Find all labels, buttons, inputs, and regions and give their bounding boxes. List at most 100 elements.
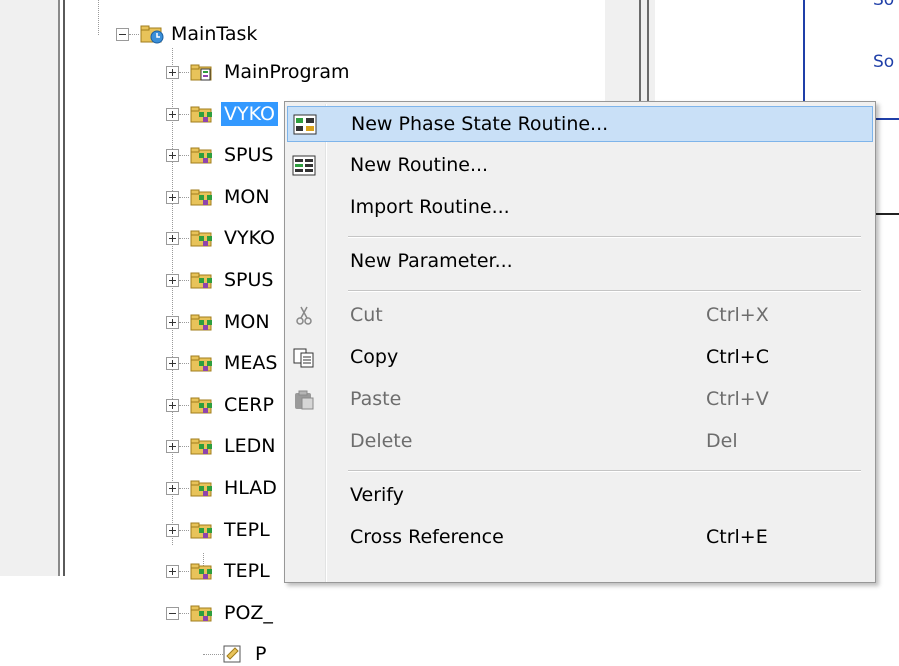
tree-item-label[interactable]: LEDN (224, 434, 275, 458)
expand-toggle[interactable] (166, 482, 179, 495)
tree-line (179, 280, 189, 281)
tree-line (129, 34, 139, 35)
copy-icon (293, 348, 314, 368)
tree-item-label[interactable]: MEAS (224, 351, 277, 375)
collapse-toggle[interactable] (116, 28, 129, 41)
tree-line (179, 446, 189, 447)
menu-item-shortcut: Ctrl+X (706, 304, 769, 326)
menu-item-new-routine[interactable]: New Routine... (287, 148, 873, 184)
menu-item-shortcut: Ctrl+C (706, 346, 769, 368)
menu-item-label: Delete (350, 430, 413, 452)
phase-icon (190, 480, 212, 497)
paste-icon (295, 390, 314, 410)
tree-item-label[interactable]: CERP (224, 393, 274, 417)
expand-toggle[interactable] (166, 232, 179, 245)
phase-icon (190, 314, 212, 331)
tree-item-label[interactable]: MON (224, 185, 270, 209)
menu-item-paste[interactable]: Paste Ctrl+V (287, 382, 873, 418)
expand-toggle[interactable] (166, 357, 179, 370)
expand-toggle[interactable] (166, 149, 179, 162)
menu-item-label: Verify (350, 484, 404, 506)
tree-line (179, 571, 189, 572)
left-border-line (58, 0, 60, 576)
menu-item-shortcut: Del (706, 430, 738, 452)
phase-icon (190, 438, 212, 455)
tree-line (179, 530, 189, 531)
menu-item-copy[interactable]: Copy Ctrl+C (287, 340, 873, 376)
menu-item-new-phase-state-routine[interactable]: New Phase State Routine... (287, 106, 873, 142)
menu-item-label: Cross Reference (350, 526, 504, 548)
scissors-icon (296, 306, 312, 325)
main-program-icon (190, 64, 212, 81)
tree-line (98, 0, 99, 35)
phase-icon (190, 605, 212, 622)
menu-item-delete[interactable]: Delete Del (287, 424, 873, 460)
menu-item-new-parameter[interactable]: New Parameter... (287, 244, 873, 280)
expand-toggle[interactable] (166, 524, 179, 537)
tree-item-label[interactable]: SPUS (224, 143, 274, 167)
tree-item-label[interactable]: VYKO (224, 226, 275, 250)
menu-item-label: Import Routine... (350, 196, 510, 218)
menu-item-label: New Phase State Routine... (351, 113, 609, 135)
expand-toggle[interactable] (166, 399, 179, 412)
routine-icon (223, 645, 241, 663)
menu-item-label: New Routine... (350, 154, 489, 176)
tree-line (179, 322, 189, 323)
phase-icon (190, 189, 212, 206)
tree-item-label[interactable]: TEPL (224, 518, 270, 542)
right-pane-text: So (873, 0, 895, 10)
tree-line (179, 197, 189, 198)
menu-item-label: Cut (350, 304, 383, 326)
context-menu: New Phase State Routine... New Routine...… (284, 101, 876, 583)
phase-icon (190, 522, 212, 539)
tree-line (179, 72, 189, 73)
tree-line (179, 363, 189, 364)
tree-line (179, 155, 189, 156)
phase-icon (190, 563, 212, 580)
phase-icon (190, 230, 212, 247)
tree-item-label[interactable]: HLAD (224, 476, 277, 500)
tree-item-label[interactable]: MainProgram (224, 60, 350, 84)
menu-item-label: New Parameter... (350, 250, 513, 272)
expand-toggle[interactable] (166, 316, 179, 329)
tree-item-label[interactable]: POZ_ (224, 601, 273, 625)
menu-item-cut[interactable]: Cut Ctrl+X (287, 298, 873, 334)
menu-item-cross-reference[interactable]: Cross Reference Ctrl+E (287, 520, 873, 556)
menu-separator (348, 470, 861, 472)
menu-item-verify[interactable]: Verify (287, 478, 873, 514)
tree-item-label[interactable]: MON (224, 310, 270, 334)
tree-line (179, 405, 189, 406)
menu-separator (348, 290, 861, 292)
tree-item-label[interactable]: VYKO (221, 102, 278, 126)
phase-state-routine-icon (293, 114, 317, 135)
tree-line (179, 238, 189, 239)
expand-toggle[interactable] (166, 440, 179, 453)
tree-item-maintask[interactable]: MainTask (171, 22, 257, 46)
tree-line (179, 114, 189, 115)
tree-line (172, 48, 173, 545)
tree-item-label[interactable]: TEPL (224, 559, 270, 583)
tree-item-label[interactable]: SPUS (224, 268, 274, 292)
right-pane-text: So (873, 52, 895, 72)
new-routine-icon (292, 155, 316, 176)
expand-toggle[interactable] (166, 274, 179, 287)
phase-icon (190, 397, 212, 414)
phase-icon (190, 147, 212, 164)
collapse-toggle[interactable] (166, 607, 179, 620)
phase-icon (190, 355, 212, 372)
menu-item-label: Copy (350, 346, 399, 368)
menu-item-import-routine[interactable]: Import Routine... (287, 190, 873, 226)
expand-toggle[interactable] (166, 108, 179, 121)
expand-toggle[interactable] (166, 565, 179, 578)
task-folder-icon (140, 25, 164, 44)
phase-icon (190, 106, 212, 123)
tree-line (179, 613, 189, 614)
expand-toggle[interactable] (166, 191, 179, 204)
menu-item-shortcut: Ctrl+E (706, 526, 768, 548)
left-gutter (0, 0, 58, 576)
expand-toggle[interactable] (166, 66, 179, 79)
menu-item-label: Paste (350, 388, 402, 410)
tree-line (179, 488, 189, 489)
phase-icon (190, 272, 212, 289)
tree-item-label[interactable]: P (255, 642, 266, 666)
